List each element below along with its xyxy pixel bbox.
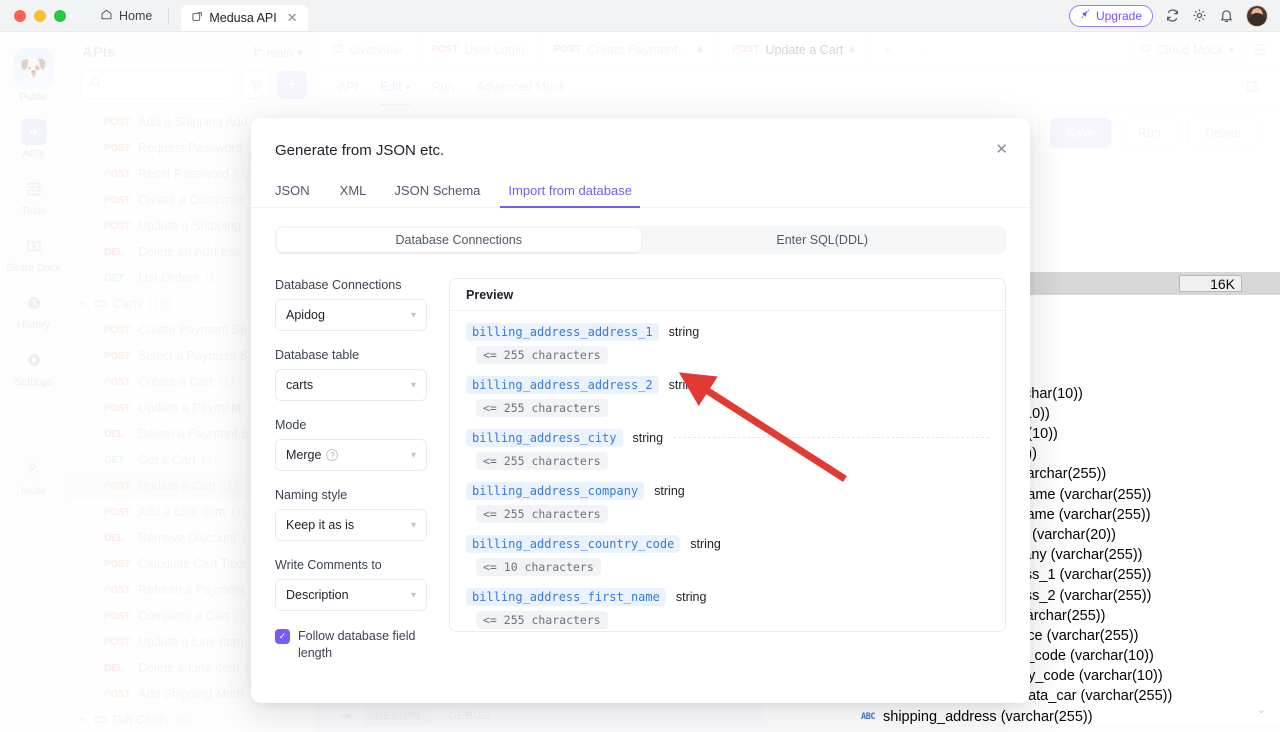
mode-select[interactable]: Merge ? ▾ [275,439,427,471]
field-key: billing_address_country_code [466,535,681,553]
close-icon[interactable]: ✕ [995,140,1008,158]
database-table-select[interactable]: carts ▾ [275,369,427,401]
window-controls[interactable] [0,9,66,22]
modal-title: Generate from JSON etc. [275,142,445,159]
field-type: string [654,484,685,498]
db-column-row[interactable]: ABC shipping_address (varchar(255)) [861,707,1280,724]
field-type: string [668,378,700,392]
field-key: billing_address_company [466,482,645,500]
segment-database-connections[interactable]: Database Connections [277,228,641,252]
close-window-button[interactable] [14,9,26,22]
maximize-window-button[interactable] [54,9,66,22]
preview-field: billing_address_address_2 string <= 255 ch… [466,376,989,417]
modal-body: Database Connections Apidog ▾ Database t… [251,254,1030,662]
field-label-write-comments-to: Write Comments to [275,558,382,572]
gear-icon[interactable] [1192,8,1207,23]
field-key: billing_address_address_2 [466,376,659,394]
generate-from-json-modal: Generate from JSON etc. ✕ JSON XML JSON … [251,118,1030,703]
naming-style-select[interactable]: Keep it as is ▾ [275,509,427,541]
text-type-icon: ABC [861,711,876,722]
preview-field-list: billing_address_address_1 string <= 255 ch… [450,311,1005,629]
chevron-down-icon: ▾ [410,309,416,321]
db-scroll-indicator[interactable]: ⌄ [1257,703,1266,716]
preview-field: billing_address_city string <= 255 charact… [466,429,989,470]
db-column-name: shipping_address (varchar(255)) [883,708,1093,724]
write-comments-to-select[interactable]: Description ▾ [275,579,427,611]
source-mode-segmented-control: Database Connections Enter SQL(DDL) [275,226,1006,254]
tab-json-schema[interactable]: JSON Schema [386,183,488,207]
chevron-down-icon: ▾ [410,379,416,391]
avatar[interactable] [1246,4,1268,27]
refresh-icon[interactable] [1165,8,1180,23]
window-titlebar: Home Medusa API ✕ Upgrade [0,0,1280,32]
chevron-down-icon: ▾ [410,519,416,531]
dotted-leader [673,436,989,438]
select-value: Merge [286,448,322,462]
field-length: <= 255 characters [476,346,608,364]
upgrade-button[interactable]: Upgrade [1068,4,1153,27]
tab-xml[interactable]: XML [332,183,375,207]
preview-header: Preview [450,279,1005,311]
minimize-window-button[interactable] [34,9,46,22]
field-length: <= 255 characters [476,611,608,629]
segment-enter-sql-ddl[interactable]: Enter SQL(DDL) [641,228,1005,252]
app-root: Home Medusa API ✕ Upgrade 16K (varchar(1… [0,0,1280,732]
field-key: billing_address_address_1 [466,323,659,341]
chevron-down-icon: ▾ [410,449,416,461]
project-tab-medusa-api[interactable]: Medusa API ✕ [181,5,308,31]
preview-field: billing_address_company string <= 255 char… [466,482,989,523]
select-value: Apidog [286,308,325,322]
rocket-icon [1080,8,1091,23]
field-label-naming-style: Naming style [275,488,348,502]
field-label-database-table: Database table [275,348,360,362]
modal-tabs: JSON XML JSON Schema Import from databas… [251,183,1030,208]
follow-field-length-checkbox-row[interactable]: ✓ Follow database field length [275,628,427,662]
titlebar-divider [168,7,170,24]
field-label-mode: Mode [275,418,307,432]
checkbox-label: Follow database field length [298,629,416,660]
field-length: <= 255 characters [476,399,608,417]
select-value: Keep it as is [286,518,355,532]
home-label: Home [119,8,153,23]
db-size-badge: 16K [1179,275,1242,292]
bell-icon[interactable] [1219,8,1234,23]
field-length: <= 255 characters [476,452,608,470]
preview-field: billing_address_address_1 string <= 255 ch… [466,323,989,364]
database-connection-select[interactable]: Apidog ▾ [275,299,427,331]
select-value: Description [286,588,349,602]
select-value: carts [286,378,314,392]
field-key: billing_address_first_name [466,588,666,606]
close-icon[interactable]: ✕ [287,10,298,26]
import-form: Database Connections Apidog ▾ Database t… [275,278,427,662]
field-type: string [675,590,707,604]
titlebar-actions: Upgrade [1068,4,1280,27]
chevron-down-icon: ▾ [410,589,416,601]
checkbox-icon[interactable]: ✓ [275,629,290,644]
tab-import-from-database[interactable]: Import from database [500,183,640,208]
field-type: string [632,431,664,445]
field-length: <= 255 characters [476,505,608,523]
field-key: billing_address_city [466,429,623,447]
preview-field: billing_address_first_name string <= 255 c… [466,588,989,629]
project-tab-label: Medusa API [209,11,277,25]
tab-json[interactable]: JSON [275,183,318,207]
help-icon[interactable]: ? [326,449,339,461]
field-type: string [668,325,700,339]
field-label-database-connections: Database Connections [275,278,402,292]
upgrade-label: Upgrade [1095,8,1142,23]
home-icon [100,8,113,24]
field-type: string [690,537,721,551]
home-tab[interactable]: Home [100,0,152,32]
preview-panel: Preview billing_address_address_1 string <… [449,278,1006,632]
external-link-icon [191,11,203,26]
field-length: <= 10 characters [476,558,601,576]
preview-field: billing_address_country_code string <= 10 … [466,535,989,576]
